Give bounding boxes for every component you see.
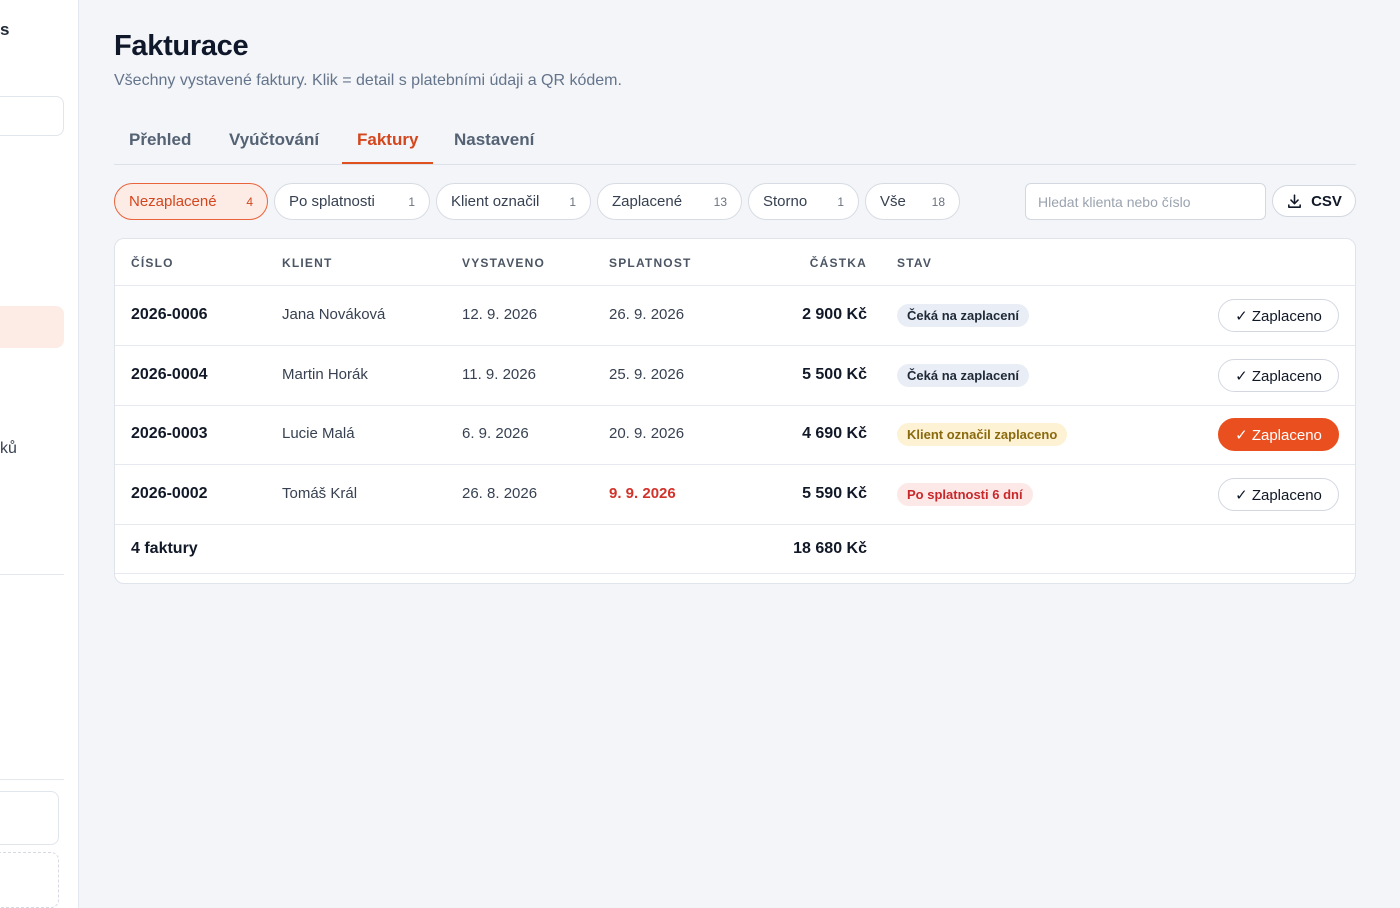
invoice-amount: 5 500 Kč (802, 366, 867, 383)
invoice-amount: 4 690 Kč (802, 425, 867, 442)
filter-overdue[interactable]: Po splatnosti 1 (274, 183, 430, 220)
invoice-count: 4 faktury (131, 540, 198, 557)
invoice-number: 2026-0004 (131, 366, 208, 383)
header-issued[interactable]: VYSTAVENO (462, 256, 545, 270)
header-due[interactable]: SPLATNOST (609, 256, 692, 270)
invoice-amount: 5 590 Kč (802, 485, 867, 502)
table-row[interactable]: 2026-0003 Lucie Malá 6. 9. 2026 20. 9. 2… (115, 405, 1355, 465)
mark-paid-button[interactable]: ✓ Zaplaceno (1218, 359, 1339, 392)
tab-bar: Přehled Vyúčtování Faktury Nastavení (114, 118, 1356, 165)
tab-overview[interactable]: Přehled (114, 118, 206, 165)
status-badge: Klient označil zaplaceno (897, 423, 1068, 446)
table-header: ČÍSLO KLIENT VYSTAVENO SPLATNOST ČÁSTKA … (115, 239, 1355, 286)
csv-export-button[interactable]: CSV (1272, 185, 1356, 217)
invoice-number: 2026-0003 (131, 425, 208, 442)
sidebar-item-label[interactable]: ků (0, 440, 17, 458)
invoice-number: 2026-0006 (131, 306, 208, 323)
table-row[interactable]: 2026-0006 Jana Nováková 12. 9. 2026 26. … (115, 286, 1355, 346)
filter-label: Storno (763, 193, 808, 210)
invoices-table: ČÍSLO KLIENT VYSTAVENO SPLATNOST ČÁSTKA … (114, 238, 1356, 584)
tab-billing[interactable]: Vyúčtování (214, 118, 334, 165)
filter-count: 4 (246, 194, 253, 209)
page-subtitle: Všechny vystavené faktury. Klik = detail… (114, 72, 622, 89)
table-footer: 4 faktury 18 680 Kč (115, 524, 1355, 574)
client-name: Lucie Malá (282, 425, 355, 442)
tab-invoices[interactable]: Faktury (342, 118, 434, 164)
filter-count: 13 (713, 194, 727, 209)
client-name: Tomáš Král (282, 485, 358, 502)
sidebar-card[interactable] (0, 791, 59, 845)
issued-date: 11. 9. 2026 (462, 366, 536, 383)
filter-label: Zaplacené (612, 193, 683, 210)
client-name: Martin Horák (282, 366, 368, 383)
status-badge: Čeká na zaplacení (897, 304, 1029, 327)
sidebar-item-active[interactable] (0, 306, 64, 348)
issued-date: 26. 8. 2026 (462, 485, 538, 502)
filter-count: 1 (569, 194, 576, 209)
mark-paid-button[interactable]: ✓ Zaplaceno (1218, 299, 1339, 332)
sidebar-divider (0, 574, 64, 575)
header-status[interactable]: STAV (897, 256, 932, 270)
filter-cancelled[interactable]: Storno 1 (748, 183, 859, 220)
invoice-number: 2026-0002 (131, 485, 208, 502)
filter-count: 1 (837, 194, 844, 209)
issued-date: 6. 9. 2026 (462, 425, 529, 442)
page-title: Fakturace (114, 30, 249, 62)
filter-label: Po splatnosti (289, 193, 375, 210)
filter-label: Vše (880, 193, 906, 210)
csv-label: CSV (1311, 192, 1342, 210)
filter-client-marked[interactable]: Klient označil 1 (436, 183, 591, 220)
table-row[interactable]: 2026-0002 Tomáš Král 26. 8. 2026 9. 9. 2… (115, 465, 1355, 525)
due-date: 26. 9. 2026 (609, 306, 685, 323)
filter-count: 1 (408, 194, 415, 209)
status-badge: Po splatnosti 6 dní (897, 483, 1033, 506)
sidebar-search-box[interactable] (0, 96, 64, 136)
sidebar-dashed-card[interactable] (0, 852, 59, 908)
invoice-amount: 2 900 Kč (802, 306, 867, 323)
client-name: Jana Nováková (282, 306, 386, 323)
tab-settings[interactable]: Nastavení (439, 118, 549, 165)
issued-date: 12. 9. 2026 (462, 306, 538, 323)
filter-all[interactable]: Vše 18 (865, 183, 960, 220)
header-amount[interactable]: ČÁSTKA (747, 256, 867, 270)
status-badge: Čeká na zaplacení (897, 364, 1029, 387)
filter-unpaid[interactable]: Nezaplacené 4 (114, 183, 268, 220)
download-icon (1288, 193, 1302, 208)
due-date: 20. 9. 2026 (609, 425, 685, 442)
filter-paid[interactable]: Zaplacené 13 (597, 183, 742, 220)
header-client[interactable]: KLIENT (282, 256, 333, 270)
filter-count: 18 (931, 194, 945, 209)
mark-paid-button-primary[interactable]: ✓ Zaplaceno (1218, 418, 1339, 451)
mark-paid-button[interactable]: ✓ Zaplaceno (1218, 478, 1339, 511)
filter-label: Klient označil (451, 193, 540, 210)
invoice-total: 18 680 Kč (793, 540, 867, 557)
filter-label: Nezaplacené (129, 193, 217, 210)
due-date-overdue: 9. 9. 2026 (609, 485, 676, 502)
header-number[interactable]: ČÍSLO (131, 256, 174, 270)
sidebar-brand: s (0, 20, 10, 39)
sidebar: s ků (0, 0, 79, 908)
table-row[interactable]: 2026-0004 Martin Horák 11. 9. 2026 25. 9… (115, 346, 1355, 406)
sidebar-divider (0, 779, 64, 780)
due-date: 25. 9. 2026 (609, 366, 685, 383)
search-input[interactable] (1025, 183, 1266, 220)
